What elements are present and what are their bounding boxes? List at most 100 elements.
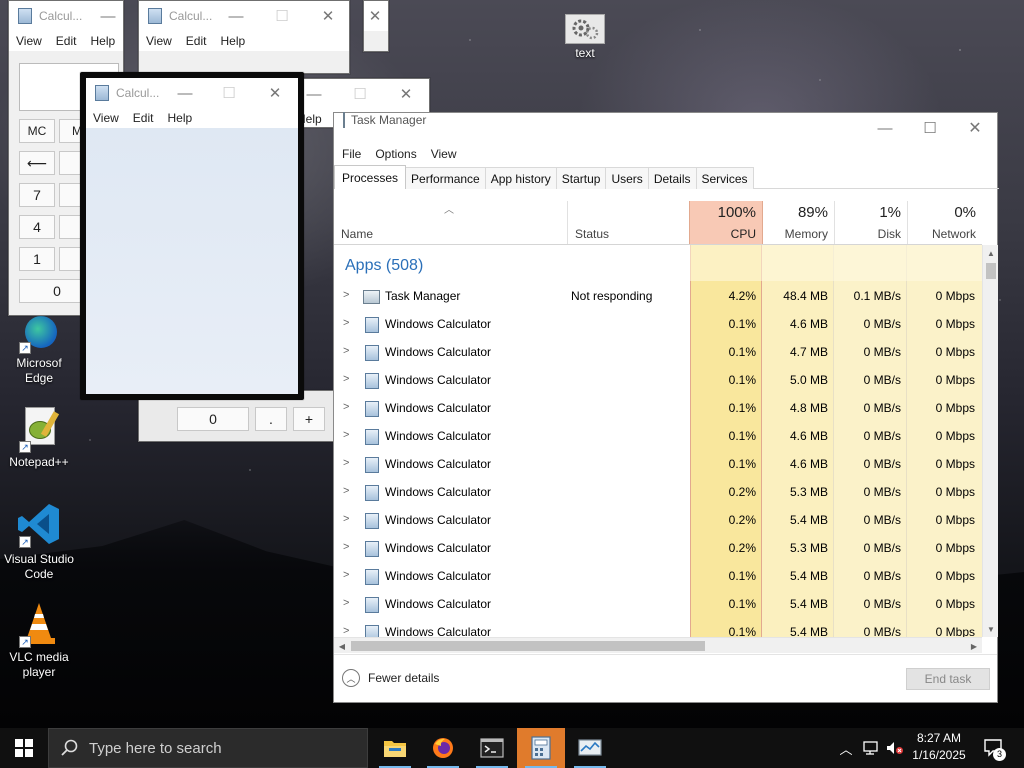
tab-app-history[interactable]: App history [484, 167, 557, 189]
taskbar-file-explorer[interactable] [371, 728, 419, 768]
chevron-right-icon[interactable]: > [343, 485, 349, 497]
menu-view[interactable]: View [9, 34, 49, 48]
table-row[interactable]: > Windows Calculator 0.1% 4.6 MB 0 MB/s 0 Mbp… [334, 422, 982, 450]
chevron-right-icon[interactable]: > [343, 569, 349, 581]
menu-help[interactable]: Help [160, 111, 199, 125]
column-header-cpu[interactable]: 100% CPU [689, 201, 763, 245]
tab-users[interactable]: Users [605, 167, 649, 189]
menu-edit[interactable]: Edit [126, 111, 161, 125]
minimize-button[interactable]: — [162, 78, 208, 108]
chevron-right-icon[interactable]: > [343, 373, 349, 385]
menu-edit[interactable]: Edit [49, 34, 84, 48]
chevron-right-icon[interactable]: > [343, 597, 349, 609]
column-header-status[interactable]: Status [569, 201, 689, 245]
taskbar-clock[interactable]: 8:27 AM 1/16/2025 [900, 730, 978, 764]
minimize-button[interactable]: — [213, 1, 259, 31]
start-button[interactable] [0, 728, 48, 768]
tab-details[interactable]: Details [647, 167, 697, 189]
menu-edit[interactable]: Edit [179, 34, 214, 48]
close-button[interactable]: ✕ [252, 78, 298, 108]
table-row[interactable]: > Windows Calculator 0.1% 4.6 MB 0 MB/s 0 Mbp… [334, 310, 982, 338]
decimal-button[interactable]: . [255, 407, 287, 431]
table-row[interactable]: > Windows Calculator 0.1% 5.0 MB 0 MB/s 0 Mbp… [334, 366, 982, 394]
title-bar[interactable]: Calcul... — [9, 1, 123, 31]
fewer-details-button[interactable]: ︿ Fewer details [342, 669, 439, 687]
horizontal-scrollbar[interactable]: ◀ ▶ [334, 637, 982, 653]
close-button[interactable]: ✕ [952, 113, 998, 143]
menu-options[interactable]: Options [367, 147, 416, 161]
vertical-scrollbar[interactable]: ▲ ▼ [982, 245, 998, 637]
table-row[interactable]: > Windows Calculator 0.1% 5.4 MB 0 MB/s 0 Mbp… [334, 590, 982, 618]
close-button[interactable]: ✕ [383, 79, 429, 109]
table-row[interactable]: > Windows Calculator 0.2% 5.4 MB 0 MB/s 0 Mbp… [334, 506, 982, 534]
taskbar-calculator[interactable] [517, 728, 565, 768]
column-header-disk[interactable]: 1% Disk [835, 201, 908, 245]
chevron-right-icon[interactable]: > [343, 401, 349, 413]
menu-view[interactable]: View [86, 111, 126, 125]
scroll-up-icon[interactable]: ▲ [983, 245, 999, 261]
minimize-button[interactable]: — [85, 1, 123, 31]
column-header-name[interactable]: ︿ Name [334, 201, 568, 245]
table-row[interactable]: > Windows Calculator 0.1% 5.4 MB 0 MB/s 0 Mbp… [334, 618, 982, 637]
chevron-right-icon[interactable]: > [343, 345, 349, 357]
calculator-window-2[interactable]: Calcul... — ☐ ✕ View Edit Help [138, 0, 350, 74]
chevron-right-icon[interactable]: > [343, 513, 349, 525]
backspace-button[interactable]: ⟵ [19, 151, 55, 175]
column-header-memory[interactable]: 89% Memory [763, 201, 835, 245]
action-center-button[interactable]: 3 [980, 728, 1008, 768]
chevron-right-icon[interactable]: > [343, 429, 349, 441]
digit-1-button[interactable]: 1 [19, 247, 55, 271]
network-status-button[interactable] [860, 728, 882, 768]
digit-0-button[interactable]: 0 [177, 407, 249, 431]
end-task-button[interactable]: End task [906, 668, 990, 690]
scroll-thumb[interactable] [351, 641, 705, 651]
title-bar[interactable]: Task Manager — ☐ ✕ [334, 112, 998, 143]
scroll-left-icon[interactable]: ◀ [334, 638, 350, 654]
table-row[interactable]: > Windows Calculator 0.1% 4.7 MB 0 MB/s 0 Mbp… [334, 338, 982, 366]
table-row[interactable]: > Windows Calculator 0.1% 4.8 MB 0 MB/s 0 Mbp… [334, 394, 982, 422]
mc-button[interactable]: MC [19, 119, 55, 143]
chevron-right-icon[interactable]: > [343, 317, 349, 329]
minimize-button[interactable]: — [862, 113, 908, 143]
close-button[interactable]: ✕ [305, 1, 349, 31]
menu-view[interactable]: View [423, 147, 457, 161]
title-bar[interactable]: Calcul... — ☐ ✕ [139, 1, 349, 31]
show-hidden-icons-button[interactable]: ︿ [836, 728, 856, 768]
chevron-right-icon[interactable]: > [343, 541, 349, 553]
tab-startup[interactable]: Startup [555, 167, 607, 189]
title-bar[interactable]: — ☐ ✕ [291, 79, 429, 109]
table-row[interactable]: > Windows Calculator 0.2% 5.3 MB 0 MB/s 0 Mbp… [334, 478, 982, 506]
maximize-button[interactable]: ☐ [907, 113, 953, 143]
desktop-icon-notepadpp[interactable]: ↗ Notepad++ [4, 405, 74, 470]
calculator-window-4[interactable]: ✕ [363, 0, 389, 52]
chevron-right-icon[interactable]: > [343, 289, 349, 301]
taskbar-terminal[interactable] [468, 728, 516, 768]
scroll-down-icon[interactable]: ▼ [983, 621, 999, 637]
desktop-icon-edge[interactable]: ↗ Microsof Edge [4, 316, 74, 386]
taskbar-task-manager[interactable] [566, 728, 614, 768]
scroll-right-icon[interactable]: ▶ [966, 638, 982, 654]
title-bar[interactable]: Calcul... — ☐ ✕ [86, 78, 298, 108]
taskbar-search-box[interactable]: Type here to search [48, 728, 368, 768]
table-row[interactable]: > Task Manager Not responding 4.2% 48.4 MB 0.… [334, 282, 982, 310]
menu-file[interactable]: File [334, 147, 361, 161]
maximize-button[interactable]: ☐ [206, 78, 252, 108]
menu-help[interactable]: Help [213, 34, 252, 48]
chevron-right-icon[interactable]: > [343, 625, 349, 637]
maximize-button[interactable]: ☐ [259, 1, 305, 31]
maximize-button[interactable]: ☐ [337, 79, 383, 109]
group-header-apps[interactable]: Apps (508) [345, 257, 423, 275]
table-row[interactable]: > Windows Calculator 0.1% 4.6 MB 0 MB/s 0 Mbp… [334, 450, 982, 478]
desktop-icon-text[interactable]: text [550, 14, 620, 61]
desktop-icon-vscode[interactable]: ↗ Visual Studio Code [4, 500, 74, 582]
tab-performance[interactable]: Performance [405, 167, 486, 189]
digit-7-button[interactable]: 7 [19, 183, 55, 207]
table-row[interactable]: > Windows Calculator 0.1% 5.4 MB 0 MB/s 0 Mbp… [334, 562, 982, 590]
tab-processes[interactable]: Processes [334, 165, 407, 189]
table-row[interactable]: > Windows Calculator 0.2% 5.3 MB 0 MB/s 0 Mbp… [334, 534, 982, 562]
scroll-thumb[interactable] [986, 263, 996, 279]
menu-help[interactable]: Help [83, 34, 122, 48]
task-manager-window[interactable]: Task Manager — ☐ ✕ File Options View Pro… [333, 112, 999, 703]
digit-4-button[interactable]: 4 [19, 215, 55, 239]
chevron-right-icon[interactable]: > [343, 457, 349, 469]
